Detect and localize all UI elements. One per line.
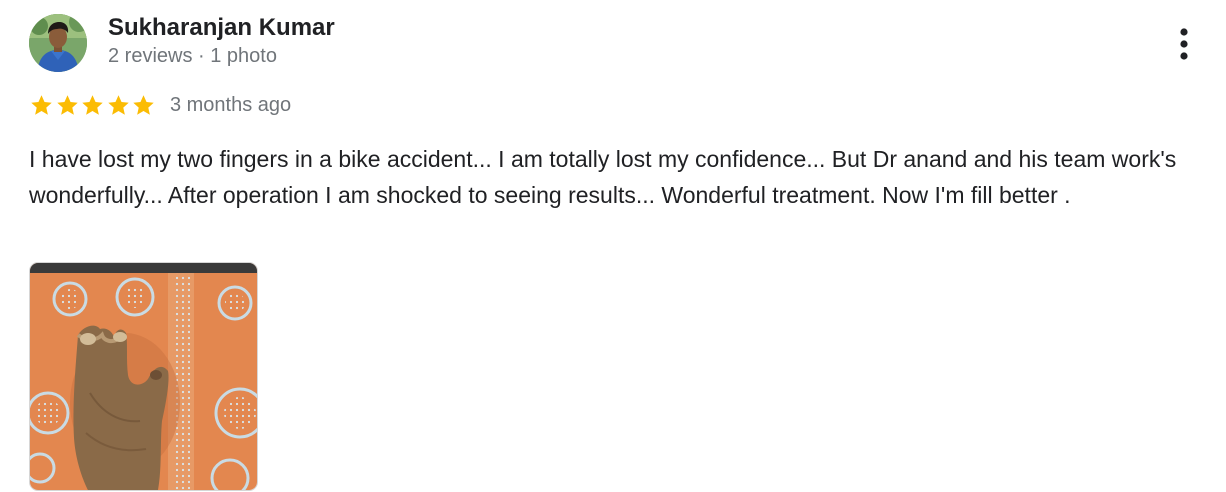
more-options-button[interactable] (1164, 24, 1204, 64)
reviewer-name[interactable]: Sukharanjan Kumar (108, 14, 335, 42)
star-icon (56, 94, 78, 115)
star-rating (29, 93, 157, 118)
review-text: I have lost my two fingers in a bike acc… (29, 146, 1177, 208)
review-date: 3 months ago (169, 93, 292, 116)
more-vert-icon (1180, 28, 1188, 60)
star-icon (82, 94, 103, 115)
rating-row: 3 months ago (29, 92, 291, 118)
star-icon (31, 94, 52, 115)
reviewer-meta: 2 reviews · 1 photo (108, 45, 277, 67)
star-icon (133, 94, 155, 115)
review-photo-thumbnail (30, 263, 257, 490)
reviewer-avatar[interactable] (29, 14, 87, 72)
star-icon (108, 94, 129, 115)
avatar-image (29, 14, 87, 72)
review-card: Sukharanjan Kumar 2 reviews · 1 photo 3 … (0, 0, 1226, 492)
review-photo[interactable] (30, 263, 257, 490)
